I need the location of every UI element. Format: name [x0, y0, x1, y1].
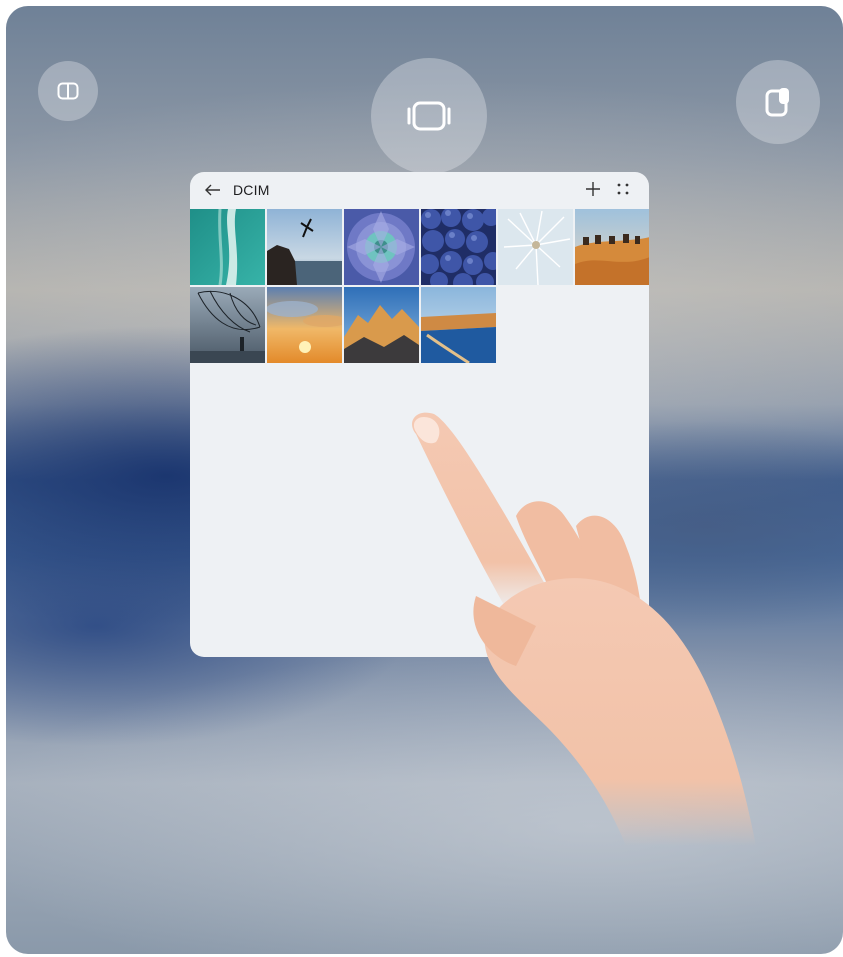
- photo-dandelion[interactable]: [498, 209, 573, 285]
- photo-fishing-net[interactable]: [190, 287, 265, 363]
- photo-cliff-jumper[interactable]: [267, 209, 342, 285]
- side-window-button[interactable]: [736, 60, 820, 144]
- photo-succulent[interactable]: [344, 209, 419, 285]
- split-screen-button[interactable]: [38, 61, 98, 121]
- window-title-bar: DCIM: [190, 172, 649, 208]
- desktop-background: DCIM: [6, 6, 843, 954]
- folder-title: DCIM: [233, 182, 270, 198]
- back-arrow-icon[interactable]: [204, 181, 222, 199]
- floating-window-button[interactable]: [371, 58, 487, 174]
- photo-sunset-clouds[interactable]: [267, 287, 342, 363]
- photo-desert-camels[interactable]: [575, 209, 649, 285]
- photo-aerial-sea[interactable]: [190, 209, 265, 285]
- side-window-icon: [764, 86, 792, 118]
- photo-lake-shore[interactable]: [421, 287, 496, 363]
- photo-mountain-range[interactable]: [344, 287, 419, 363]
- more-dots-icon[interactable]: [616, 182, 630, 196]
- plus-icon[interactable]: [584, 180, 602, 198]
- pointing-hand-illustration: [396, 396, 776, 846]
- split-screen-icon: [57, 82, 79, 100]
- photo-blueberries[interactable]: [421, 209, 496, 285]
- floating-window-icon: [406, 100, 452, 132]
